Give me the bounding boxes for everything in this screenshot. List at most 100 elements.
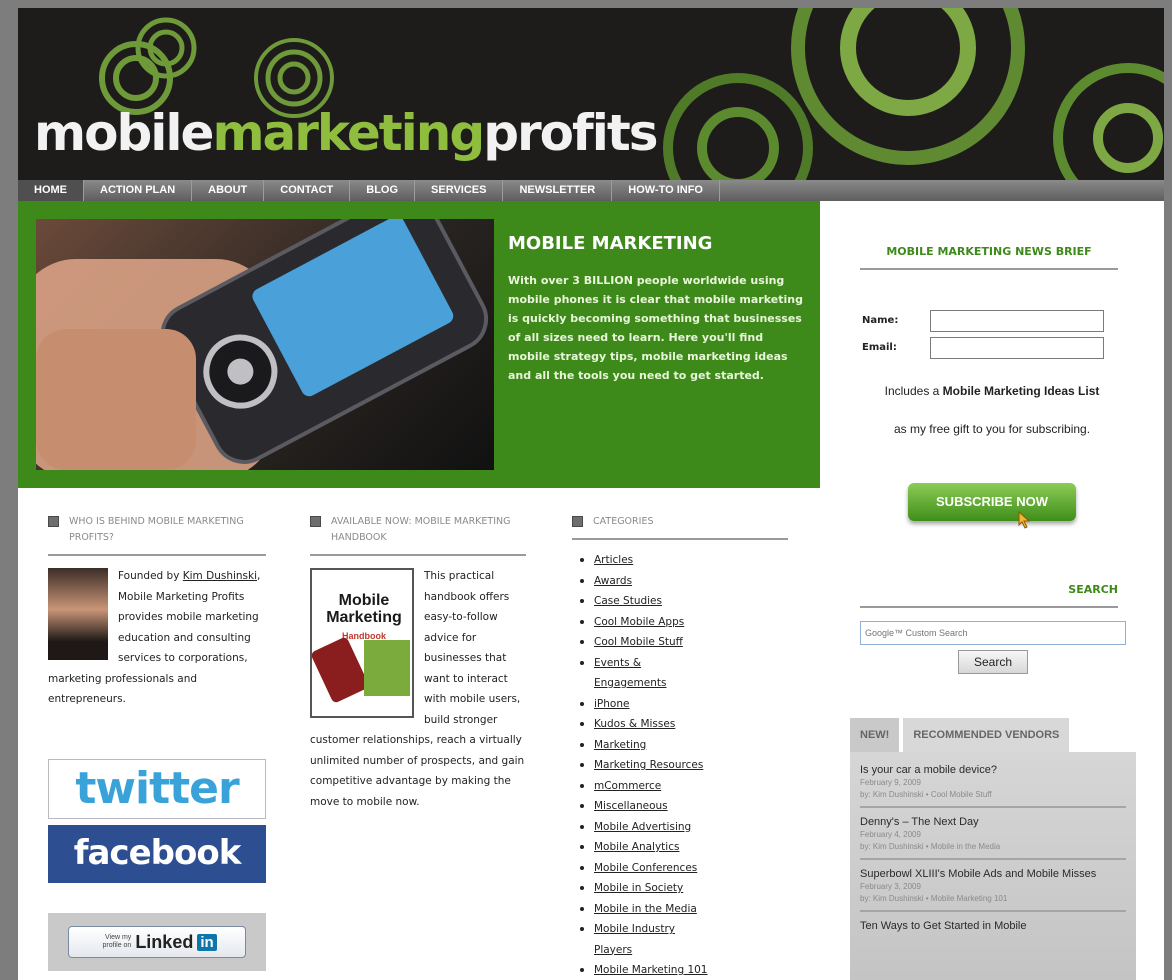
- email-input[interactable]: [930, 337, 1104, 359]
- handbook-heading: AVAILABLE NOW: MOBILE MARKETING HANDBOOK: [310, 514, 526, 556]
- post-meta: by: Kim Dushinski • Cool Mobile Stuff: [860, 790, 992, 799]
- nav-about[interactable]: ABOUT: [192, 180, 265, 201]
- category-link[interactable]: Marketing: [594, 739, 646, 751]
- subscribe-now-button[interactable]: SUBSCRIBE NOW: [908, 483, 1076, 521]
- right-sidebar: MOBILE MARKETING NEWS BRIEF Name: Email:…: [820, 201, 1164, 980]
- nav-services[interactable]: SERVICES: [415, 180, 504, 201]
- about-text: Founded by Kim Dushinski, Mobile Marketi…: [48, 566, 266, 710]
- nav-home[interactable]: HOME: [18, 180, 84, 201]
- category-link[interactable]: Mobile Analytics: [594, 841, 679, 853]
- phone-illustration: [36, 219, 489, 470]
- category-item: Awards: [572, 571, 788, 592]
- category-link[interactable]: Events & Engagements: [594, 657, 666, 690]
- post-title[interactable]: Denny's – The Next Day: [860, 816, 1126, 828]
- twitter-button[interactable]: twitter: [48, 759, 266, 819]
- category-item: Marketing Resources: [572, 755, 788, 776]
- includes-bold: Mobile Marketing Ideas List: [942, 384, 1100, 398]
- linkedin-badge[interactable]: View my profile on Linked in: [48, 913, 266, 971]
- category-link[interactable]: Mobile Marketing 101: [594, 964, 708, 976]
- category-link[interactable]: Cool Mobile Stuff: [594, 636, 683, 648]
- category-item: mCommerce: [572, 776, 788, 797]
- category-item: Mobile in the Media: [572, 899, 788, 920]
- founder-avatar: [48, 568, 108, 660]
- facebook-button[interactable]: facebook: [48, 825, 266, 883]
- handbook-cover[interactable]: Mobile Marketing Handbook: [310, 568, 414, 718]
- about-prefix: Founded by: [118, 570, 183, 582]
- logo-mobile: mobile: [34, 104, 214, 162]
- hero-banner: MOBILE MARKETING With over 3 BILLION peo…: [18, 201, 820, 488]
- post-title[interactable]: Superbowl XLIII's Mobile Ads and Mobile …: [860, 868, 1126, 880]
- book-green-graphic: [364, 640, 410, 696]
- category-link[interactable]: Mobile in Society: [594, 882, 683, 894]
- category-link[interactable]: Cool Mobile Apps: [594, 616, 684, 628]
- nav-action-plan[interactable]: ACTION PLAN: [84, 180, 193, 201]
- handbook-column: AVAILABLE NOW: MOBILE MARKETING HANDBOOK…: [310, 514, 526, 812]
- post-meta: by: Kim Dushinski • Mobile Marketing 101: [860, 894, 1008, 903]
- includes-prefix: Includes a: [884, 384, 943, 398]
- site-header: mobilemarketingprofits: [18, 8, 1164, 180]
- handbook-heading-text: AVAILABLE NOW: MOBILE MARKETING HANDBOOK: [331, 516, 511, 543]
- category-link[interactable]: Mobile in the Media: [594, 903, 697, 915]
- founder-link[interactable]: Kim Dushinski: [183, 570, 257, 582]
- category-item: Mobile Marketing 101: [572, 960, 788, 980]
- categories-column: CATEGORIES Articles Awards Case Studies …: [572, 514, 788, 980]
- about-column: WHO IS BEHIND MOBILE MARKETING PROFITS? …: [48, 514, 266, 710]
- handbook-text: Mobile Marketing Handbook This practical…: [310, 566, 526, 812]
- tab-recommended-vendors[interactable]: RECOMMENDED VENDORS: [903, 718, 1070, 752]
- search-button[interactable]: Search: [958, 650, 1028, 674]
- category-link[interactable]: Awards: [594, 575, 632, 587]
- category-link[interactable]: Case Studies: [594, 595, 662, 607]
- post-meta: by: Kim Dushinski • Mobile in the Media: [860, 842, 1001, 851]
- tab-new[interactable]: NEW!: [850, 718, 900, 752]
- category-link[interactable]: Marketing Resources: [594, 759, 703, 771]
- post-title[interactable]: Is your car a mobile device?: [860, 764, 1126, 776]
- name-input[interactable]: [930, 310, 1104, 332]
- nav-blog[interactable]: BLOG: [350, 180, 416, 201]
- category-item: Mobile Advertising: [572, 817, 788, 838]
- page: mobilemarketingprofits HOME ACTION PLAN …: [18, 8, 1164, 980]
- logo-marketing: marketing: [212, 104, 485, 162]
- categories-heading-text: CATEGORIES: [593, 516, 654, 527]
- category-link[interactable]: Kudos & Misses: [594, 718, 675, 730]
- document-icon: [310, 516, 321, 527]
- search-input[interactable]: [860, 621, 1126, 645]
- categories-list: Articles Awards Case Studies Cool Mobile…: [572, 550, 788, 980]
- name-label: Name:: [862, 315, 899, 326]
- newsletter-heading: MOBILE MARKETING NEWS BRIEF: [860, 245, 1118, 270]
- category-item: Mobile in Society: [572, 878, 788, 899]
- post-item: Superbowl XLIII's Mobile Ads and Mobile …: [860, 864, 1126, 912]
- categories-heading: CATEGORIES: [572, 514, 788, 540]
- category-link[interactable]: Miscellaneous: [594, 800, 668, 812]
- browser-frame: mobilemarketingprofits HOME ACTION PLAN …: [0, 0, 1172, 980]
- site-logo[interactable]: mobilemarketingprofits: [34, 104, 659, 162]
- category-link[interactable]: Mobile Conferences: [594, 862, 697, 874]
- about-heading: WHO IS BEHIND MOBILE MARKETING PROFITS?: [48, 514, 266, 556]
- logo-profits: profits: [483, 104, 658, 162]
- category-link[interactable]: Mobile Advertising: [594, 821, 691, 833]
- linkedin-wordmark: Linked: [135, 931, 194, 952]
- category-item: Events & Engagements: [572, 653, 682, 694]
- category-item: Case Studies: [572, 591, 788, 612]
- category-link[interactable]: Articles: [594, 554, 633, 566]
- linkedin-button[interactable]: View my profile on Linked in: [68, 926, 246, 958]
- nav-newsletter[interactable]: NEWSLETTER: [503, 180, 613, 201]
- book-title: Mobile Marketing: [326, 592, 402, 626]
- post-title[interactable]: Ten Ways to Get Started in Mobile: [860, 920, 1126, 932]
- hero-title: MOBILE MARKETING: [508, 233, 713, 254]
- category-link[interactable]: iPhone: [594, 698, 629, 710]
- category-item: Mobile Analytics: [572, 837, 788, 858]
- newsletter-gift-text: as my free gift to you for subscribing.: [893, 422, 1091, 436]
- about-heading-text: WHO IS BEHIND MOBILE MARKETING PROFITS?: [69, 516, 244, 543]
- category-item: Cool Mobile Apps: [572, 612, 788, 633]
- category-item: Miscellaneous: [572, 796, 788, 817]
- category-link[interactable]: mCommerce: [594, 780, 661, 792]
- category-link[interactable]: Mobile Industry Players: [594, 923, 675, 956]
- mouse-cursor-icon: [1018, 511, 1031, 529]
- post-item: Denny's – The Next Day February 4, 2009 …: [860, 812, 1126, 860]
- nav-contact[interactable]: CONTACT: [264, 180, 351, 201]
- nav-how-to-info[interactable]: HOW-TO INFO: [612, 180, 720, 201]
- post-date: February 4, 2009: [860, 830, 921, 839]
- post-tabs: NEW! RECOMMENDED VENDORS: [850, 718, 1073, 752]
- category-item: Mobile Conferences: [572, 858, 788, 879]
- hero-phone-photo: [36, 219, 494, 470]
